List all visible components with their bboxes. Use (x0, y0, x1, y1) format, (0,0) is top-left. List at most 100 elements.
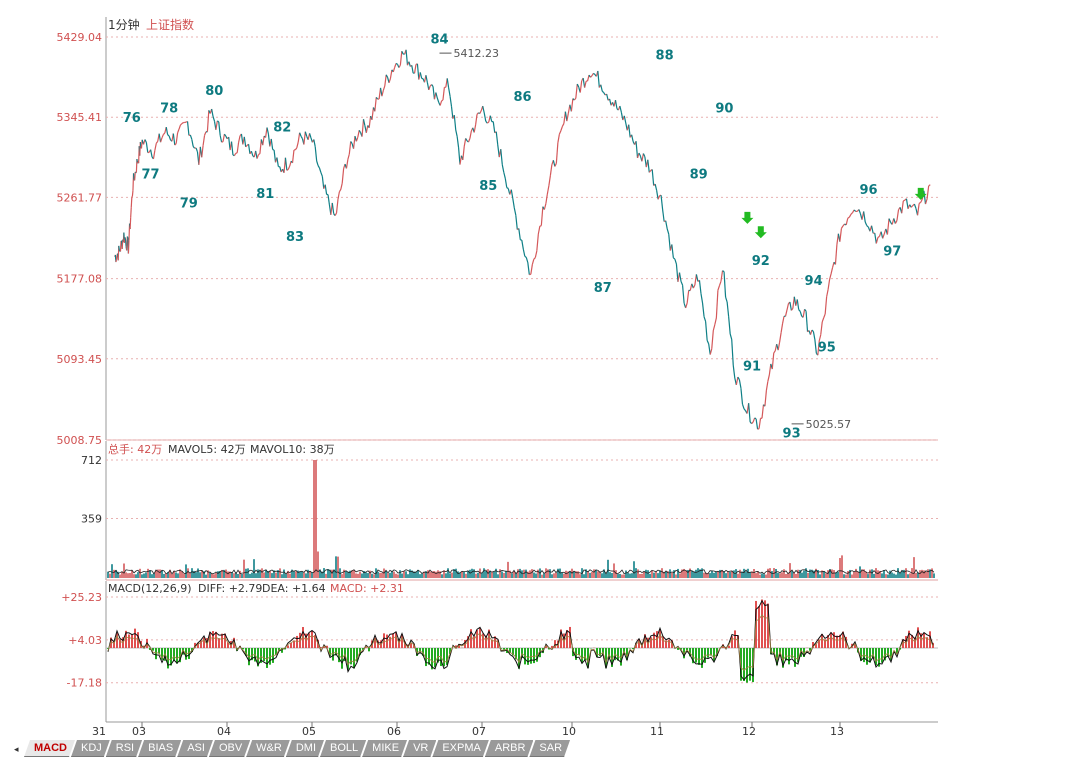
chart-canvas: 5429.04 5345.41 5261.77 5177.08 5093.45 5008.… (57, 17, 938, 738)
price-segment (748, 403, 751, 423)
tab-expma[interactable]: EXPMA (432, 740, 489, 757)
volume-tick-label: 712 (81, 454, 102, 467)
time-tick-label: 05 (302, 725, 316, 738)
price-segment (131, 195, 133, 198)
price-segment (723, 271, 727, 298)
tab-bias[interactable]: BIAS (138, 740, 181, 757)
price-segment (318, 167, 322, 173)
price-segment (506, 187, 509, 189)
price-segment (304, 131, 308, 137)
price-segment (647, 159, 650, 173)
price-segment (533, 257, 536, 260)
price-segment (845, 218, 849, 226)
tab-rsi[interactable]: RSI (106, 740, 142, 757)
price-segment (628, 124, 631, 138)
price-segment (579, 80, 583, 93)
price-segment (614, 100, 618, 109)
tab-vr[interactable]: VR (403, 740, 436, 757)
price-segment (821, 317, 825, 323)
tab-asi[interactable]: ASI (177, 740, 213, 757)
price-segment (368, 115, 372, 128)
price-segment (399, 51, 403, 66)
price-segment (456, 136, 460, 148)
tab-scroll-marker[interactable]: ◂ (14, 744, 19, 755)
price-segment (489, 115, 493, 122)
price-segment (345, 159, 349, 169)
tab-wr[interactable]: W&R (246, 740, 290, 757)
price-segment (357, 130, 360, 138)
price-segment (448, 87, 451, 97)
price-segment (768, 363, 772, 376)
price-segment (558, 130, 562, 135)
tab-sar[interactable]: SAR (529, 740, 570, 757)
price-tick-label: 5429.04 (57, 31, 103, 44)
price-segment (853, 209, 857, 212)
tab-boll[interactable]: BOLL (320, 740, 366, 757)
price-segment (408, 61, 411, 67)
price-segment (180, 123, 183, 126)
price-segment (276, 157, 279, 167)
price-segment (737, 376, 740, 380)
price-segment (814, 339, 817, 354)
price-segment (802, 309, 806, 318)
wave-count-label: 76 (123, 111, 141, 126)
price-segment (172, 133, 176, 146)
price-segment (296, 141, 299, 149)
price-segment (546, 185, 550, 195)
price-segment (767, 374, 770, 382)
price-segment (483, 112, 487, 122)
tab-macd[interactable]: MACD (24, 740, 75, 757)
price-segment (705, 321, 708, 341)
time-tick-label: 07 (472, 725, 486, 738)
price-segment (463, 138, 467, 147)
price-segment (809, 329, 813, 335)
price-segment (167, 134, 170, 137)
price-segment (839, 228, 843, 242)
price-segment (258, 153, 261, 156)
price-segment (672, 257, 676, 260)
price-segment (789, 301, 792, 311)
time-tick-label: 10 (562, 725, 576, 738)
tab-arbr[interactable]: ARBR (485, 740, 534, 757)
period-label[interactable]: 1分钟 (108, 17, 140, 32)
price-segment (118, 249, 121, 252)
tab-mike[interactable]: MIKE (362, 740, 407, 757)
tab-dmi[interactable]: DMI (286, 740, 324, 757)
macd-tick-label: +25.23 (61, 591, 102, 604)
price-segment (130, 197, 133, 208)
price-segment (115, 259, 118, 263)
price-segment (732, 365, 736, 379)
tab-kdj[interactable]: KDJ (71, 740, 110, 757)
price-segment (124, 240, 127, 247)
price-segment (435, 92, 438, 99)
price-segment (485, 120, 488, 124)
price-segment (186, 121, 190, 136)
price-segment (453, 115, 457, 130)
price-tick-label: 5345.41 (57, 111, 103, 124)
tab-obv[interactable]: OBV (209, 740, 250, 757)
price-segment (848, 214, 852, 218)
wave-count-label: 82 (273, 121, 291, 136)
price-segment (247, 144, 251, 154)
price-segment (425, 75, 428, 83)
price-segment (761, 404, 765, 419)
price-segment (557, 134, 560, 143)
price-tick-label: 5177.08 (57, 273, 103, 286)
price-segment (316, 160, 319, 166)
price-segment (916, 203, 920, 216)
price-segment (722, 270, 725, 273)
price-segment (215, 120, 218, 130)
price-segment (863, 211, 866, 223)
price-segment (127, 240, 130, 254)
price-segment (266, 127, 270, 135)
time-axis: 31 03 04 05 06 07 10 11 12 13 (92, 722, 844, 738)
price-segment (398, 64, 401, 68)
price-segment (419, 72, 423, 79)
price-segment (381, 90, 384, 97)
price-segment (525, 257, 529, 263)
price-segment (308, 133, 312, 139)
time-tick-label: 12 (742, 725, 756, 738)
time-tick-label: 04 (217, 725, 231, 738)
price-segment (355, 136, 359, 142)
price-segment (726, 301, 730, 317)
